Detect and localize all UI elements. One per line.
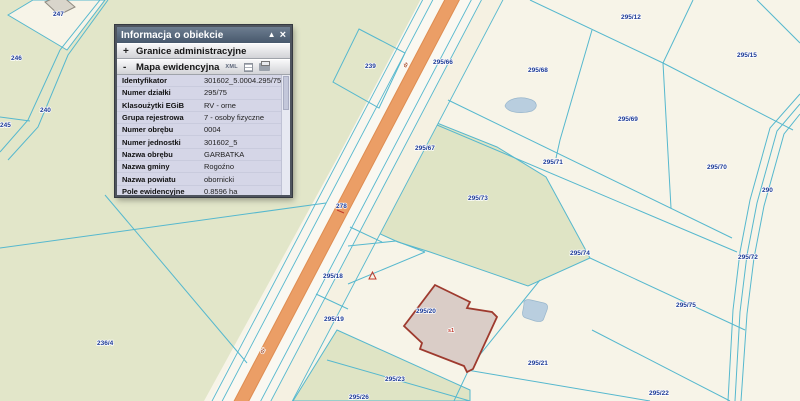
map-label-295-69: 295/69 [618, 116, 638, 123]
map-label-295-73: 295/73 [468, 195, 488, 202]
map-label-295-66: 295/66 [433, 59, 453, 66]
map-label-295-74: 295/74 [570, 250, 590, 257]
expand-icon[interactable]: + [123, 46, 130, 57]
map-label-295-12: 295/12 [621, 14, 641, 21]
section-label: Granice administracyjne [136, 46, 246, 57]
table-row: Identyfikator301602_5.0004.295/75 [117, 75, 290, 87]
map-label-295-72: 295/72 [738, 254, 758, 261]
map-label-295-18: 295/18 [323, 273, 343, 280]
print-icon[interactable] [259, 63, 270, 71]
xml-export-icon[interactable]: XML [225, 64, 238, 70]
map-label-295-15: 295/15 [737, 52, 757, 59]
table-row: Numer jednostki301602_5 [117, 136, 290, 148]
table-row: Grupa rejestrowa7 - osoby fizyczne [117, 112, 290, 124]
panel-title: Informacja o obiekcie [121, 30, 268, 41]
info-panel: Informacja o obiekcie ▲ × + Granice admi… [115, 25, 292, 197]
map-label-240: 240 [40, 107, 51, 114]
scrollbar[interactable] [281, 75, 290, 197]
table-row: Pole ewidencyjne0.8596 ha [117, 186, 290, 197]
map-label-295-67: 295/67 [415, 145, 435, 152]
collapse-icon[interactable]: ▲ [268, 31, 276, 39]
map-label-295-23: 295/23 [385, 376, 405, 383]
map-label-247: 247 [53, 11, 64, 18]
map-label-295-21: 295/21 [528, 360, 548, 367]
attribute-table: Identyfikator301602_5.0004.295/75 Numer … [117, 75, 290, 197]
map-label-295-68: 295/68 [528, 67, 548, 74]
map-label-290: 290 [762, 187, 773, 194]
table-row: Nazwa powiatuobornicki [117, 173, 290, 185]
map-label-239: 239 [365, 63, 376, 70]
panel-header[interactable]: Informacja o obiekcie ▲ × [117, 27, 290, 43]
map-label-246: 246 [11, 55, 22, 62]
map-label-295-71: 295/71 [543, 159, 563, 166]
map-label-295-19: 295/19 [324, 316, 344, 323]
section-label: Mapa ewidencyjna [136, 62, 219, 73]
map-label-295-26: 295/26 [349, 394, 369, 401]
map-label-278: 278 [336, 203, 347, 210]
map-label-295-22: 295/22 [649, 390, 669, 397]
map-viewer: 247 246 240 245 236/4 239 278 295/66 295/12 295/1… [0, 0, 800, 401]
map-label-295-20: 295/20 [416, 308, 436, 315]
table-row: Numer działki295/75 [117, 87, 290, 99]
scrollbar-thumb[interactable] [283, 76, 289, 110]
map-label-245: 245 [0, 122, 11, 129]
table-row: Nazwa obrębuGARBATKA [117, 149, 290, 161]
map-label-295-75: 295/75 [676, 302, 696, 309]
map-label-295-70: 295/70 [707, 164, 727, 171]
table-row: Klasoużytki EGiBRV - orne [117, 100, 290, 112]
collapse-section-icon[interactable]: - [123, 62, 130, 73]
section-mapa-ewidencyjna[interactable]: - Mapa ewidencyjna XML [117, 59, 290, 75]
table-row: Numer obrębu0004 [117, 124, 290, 136]
table-row: Nazwa gminyRogoźno [117, 161, 290, 173]
map-label-236-4: 236/4 [97, 340, 114, 347]
pond-south [522, 300, 547, 322]
table-icon[interactable] [244, 63, 253, 72]
close-icon[interactable]: × [280, 31, 286, 40]
map-label-s1: s1 [448, 328, 454, 334]
section-granice-administracyjne[interactable]: + Granice administracyjne [117, 43, 290, 59]
